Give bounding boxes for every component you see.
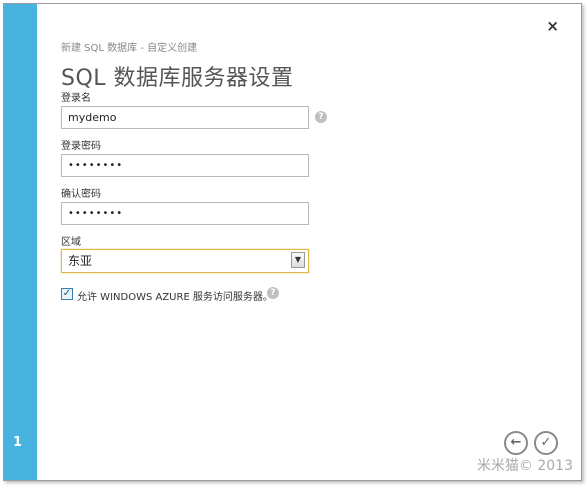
- watermark: 米米猫© 2013: [476, 458, 573, 474]
- allow-azure-label: 允许 WINDOWS AZURE 服务访问服务器。: [77, 292, 273, 303]
- region-selected-value: 东亚: [68, 254, 93, 268]
- confirm-password-input[interactable]: ••••••••: [61, 202, 309, 225]
- login-name-input[interactable]: mydemo: [61, 106, 309, 129]
- confirm-password-label: 确认密码: [61, 189, 101, 200]
- back-button[interactable]: ←: [504, 431, 528, 455]
- finish-button[interactable]: ✓: [534, 431, 558, 455]
- login-password-input[interactable]: ••••••••: [61, 154, 309, 177]
- close-icon[interactable]: ×: [546, 19, 559, 34]
- allow-azure-checkbox[interactable]: ✓: [61, 288, 73, 300]
- wizard-sidebar: 1: [4, 4, 37, 480]
- step-number: 1: [13, 435, 23, 450]
- allow-azure-help-icon[interactable]: ?: [267, 287, 279, 299]
- login-name-label: 登录名: [61, 93, 91, 104]
- login-password-label: 登录密码: [61, 141, 101, 152]
- region-select[interactable]: 东亚 ▼: [61, 249, 309, 273]
- dialog-window: 1 × 新建 SQL 数据库 - 自定义创建 SQL 数据库服务器设置 登录名 …: [3, 3, 582, 481]
- region-label: 区域: [61, 237, 81, 248]
- page-title: SQL 数据库服务器设置: [61, 66, 294, 91]
- breadcrumb: 新建 SQL 数据库 - 自定义创建: [61, 43, 198, 54]
- chevron-down-icon[interactable]: ▼: [291, 252, 305, 268]
- login-name-help-icon[interactable]: ?: [315, 111, 327, 123]
